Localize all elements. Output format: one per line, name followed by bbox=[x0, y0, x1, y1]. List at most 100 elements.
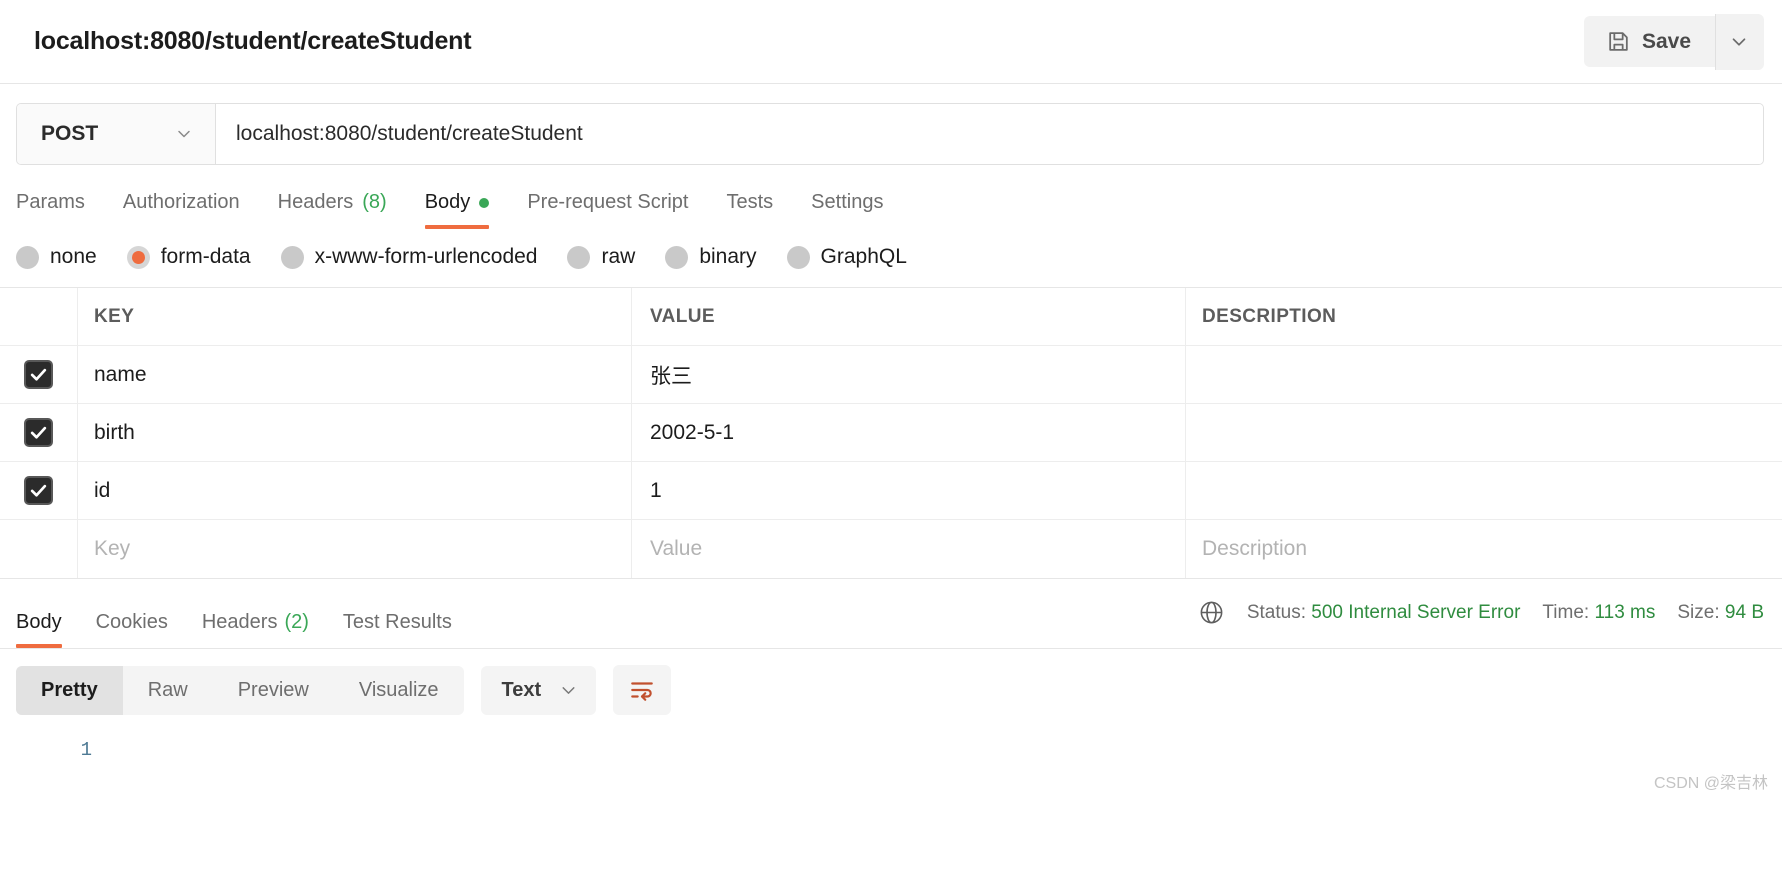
radio-binary[interactable]: binary bbox=[665, 245, 756, 269]
time-label: Time: bbox=[1542, 602, 1589, 623]
response-format-select[interactable]: Text bbox=[481, 666, 597, 715]
row-value[interactable]: 2002-5-1 bbox=[632, 404, 1186, 461]
tab-label: Test Results bbox=[343, 611, 452, 634]
row-key[interactable]: birth bbox=[78, 404, 632, 461]
status-badge: Status: 500 Internal Server Error bbox=[1247, 602, 1521, 624]
radio-circle-icon bbox=[281, 246, 304, 269]
save-button[interactable]: Save bbox=[1584, 16, 1715, 67]
view-mode-visualize[interactable]: Visualize bbox=[334, 666, 464, 715]
body-type-radio-group: none form-data x-www-form-urlencoded raw… bbox=[0, 229, 1782, 287]
row-description[interactable] bbox=[1186, 346, 1782, 403]
tab-tests[interactable]: Tests bbox=[707, 191, 792, 229]
size-badge: Size: 94 B bbox=[1677, 602, 1764, 624]
header-check-cell bbox=[0, 288, 78, 345]
url-bar: POST localhost:8080/student/createStuden… bbox=[16, 103, 1764, 165]
radio-raw[interactable]: raw bbox=[567, 245, 635, 269]
radio-x-www-form-urlencoded[interactable]: x-www-form-urlencoded bbox=[281, 245, 538, 269]
form-data-table: KEY VALUE DESCRIPTION name 张三 birth 2002… bbox=[0, 287, 1782, 579]
request-tabs: Params Authorization Headers (8) Body Pr… bbox=[0, 165, 1782, 229]
row-description[interactable] bbox=[1186, 404, 1782, 461]
chevron-down-icon bbox=[558, 680, 579, 701]
radio-label: form-data bbox=[161, 245, 251, 269]
http-method-select[interactable]: POST bbox=[17, 104, 216, 164]
row-key[interactable]: name bbox=[78, 346, 632, 403]
radio-form-data[interactable]: form-data bbox=[127, 245, 251, 269]
chevron-down-icon bbox=[1728, 31, 1750, 53]
page-title: localhost:8080/student/createStudent bbox=[34, 27, 471, 56]
status-label: Status: bbox=[1247, 602, 1306, 623]
tab-headers[interactable]: Headers (8) bbox=[259, 191, 406, 229]
row-checkbox-cell bbox=[0, 462, 78, 519]
tab-settings[interactable]: Settings bbox=[792, 191, 902, 229]
radio-circle-icon bbox=[787, 246, 810, 269]
checkbox-checked-icon[interactable] bbox=[24, 418, 53, 447]
checkbox-checked-icon[interactable] bbox=[24, 476, 53, 505]
tab-label: Body bbox=[425, 191, 471, 214]
row-value[interactable]: 1 bbox=[632, 462, 1186, 519]
save-label: Save bbox=[1642, 30, 1691, 54]
column-header-key: KEY bbox=[78, 288, 632, 345]
app-header: localhost:8080/student/createStudent Sav… bbox=[0, 0, 1782, 84]
radio-circle-icon bbox=[665, 246, 688, 269]
radio-none[interactable]: none bbox=[16, 245, 97, 269]
url-input[interactable]: localhost:8080/student/createStudent bbox=[216, 104, 1763, 164]
row-checkbox-cell bbox=[0, 346, 78, 403]
placeholder-checkbox-cell bbox=[0, 520, 78, 578]
tab-authorization[interactable]: Authorization bbox=[104, 191, 259, 229]
row-value[interactable]: 张三 bbox=[632, 346, 1186, 403]
radio-circle-icon bbox=[567, 246, 590, 269]
response-meta: Status: 500 Internal Server Error Time: … bbox=[1198, 599, 1764, 628]
table-placeholder-row: Key Value Description bbox=[0, 520, 1782, 578]
response-tab-body[interactable]: Body bbox=[16, 611, 79, 648]
time-badge: Time: 113 ms bbox=[1542, 602, 1655, 624]
checkbox-checked-icon[interactable] bbox=[24, 360, 53, 389]
row-description[interactable] bbox=[1186, 462, 1782, 519]
new-key-input[interactable]: Key bbox=[78, 520, 632, 578]
watermark: CSDN @梁吉林 bbox=[1654, 769, 1768, 793]
response-tab-test-results[interactable]: Test Results bbox=[326, 611, 469, 648]
tab-label: Authorization bbox=[123, 191, 240, 214]
column-header-description: DESCRIPTION bbox=[1186, 288, 1782, 345]
table-row: id 1 bbox=[0, 462, 1782, 520]
response-body-viewer[interactable]: 1 CSDN @梁吉林 bbox=[0, 731, 1782, 801]
header-actions: Save bbox=[1584, 14, 1764, 70]
radio-label: none bbox=[50, 245, 97, 269]
save-options-button[interactable] bbox=[1715, 14, 1764, 70]
view-mode-pretty[interactable]: Pretty bbox=[16, 666, 123, 715]
table-row: name 张三 bbox=[0, 346, 1782, 404]
response-tab-cookies[interactable]: Cookies bbox=[79, 611, 185, 648]
radio-label: binary bbox=[699, 245, 756, 269]
size-value: 94 B bbox=[1725, 602, 1764, 623]
response-tabs: Body Cookies Headers (2) Test Results bbox=[16, 579, 469, 648]
status-value: 500 Internal Server Error bbox=[1311, 602, 1520, 623]
new-value-input[interactable]: Value bbox=[632, 520, 1186, 578]
radio-circle-icon bbox=[16, 246, 39, 269]
row-key[interactable]: id bbox=[78, 462, 632, 519]
tab-body[interactable]: Body bbox=[406, 191, 509, 229]
radio-graphql[interactable]: GraphQL bbox=[787, 245, 907, 269]
url-bar-section: POST localhost:8080/student/createStuden… bbox=[0, 84, 1782, 165]
tab-label: Pre-request Script bbox=[527, 191, 688, 214]
table-row: birth 2002-5-1 bbox=[0, 404, 1782, 462]
tab-label: Tests bbox=[726, 191, 773, 214]
radio-label: raw bbox=[601, 245, 635, 269]
row-checkbox-cell bbox=[0, 404, 78, 461]
tab-label: Headers bbox=[278, 191, 354, 214]
tab-label: Cookies bbox=[96, 611, 168, 634]
globe-icon bbox=[1198, 599, 1225, 626]
code-line: 1 bbox=[0, 739, 1782, 761]
tab-label: Headers bbox=[202, 611, 278, 634]
tab-pre-request-script[interactable]: Pre-request Script bbox=[508, 191, 707, 229]
response-format-label: Text bbox=[502, 679, 542, 702]
view-mode-preview[interactable]: Preview bbox=[213, 666, 334, 715]
view-mode-raw[interactable]: Raw bbox=[123, 666, 213, 715]
new-description-input[interactable]: Description bbox=[1186, 520, 1782, 578]
line-number: 1 bbox=[0, 739, 92, 761]
tab-count: (8) bbox=[362, 191, 386, 214]
table-header-row: KEY VALUE DESCRIPTION bbox=[0, 288, 1782, 346]
tab-params[interactable]: Params bbox=[16, 191, 104, 229]
word-wrap-toggle-button[interactable] bbox=[613, 665, 671, 715]
time-value: 113 ms bbox=[1594, 602, 1655, 623]
response-tab-headers[interactable]: Headers (2) bbox=[185, 611, 326, 648]
tab-label: Settings bbox=[811, 191, 883, 214]
